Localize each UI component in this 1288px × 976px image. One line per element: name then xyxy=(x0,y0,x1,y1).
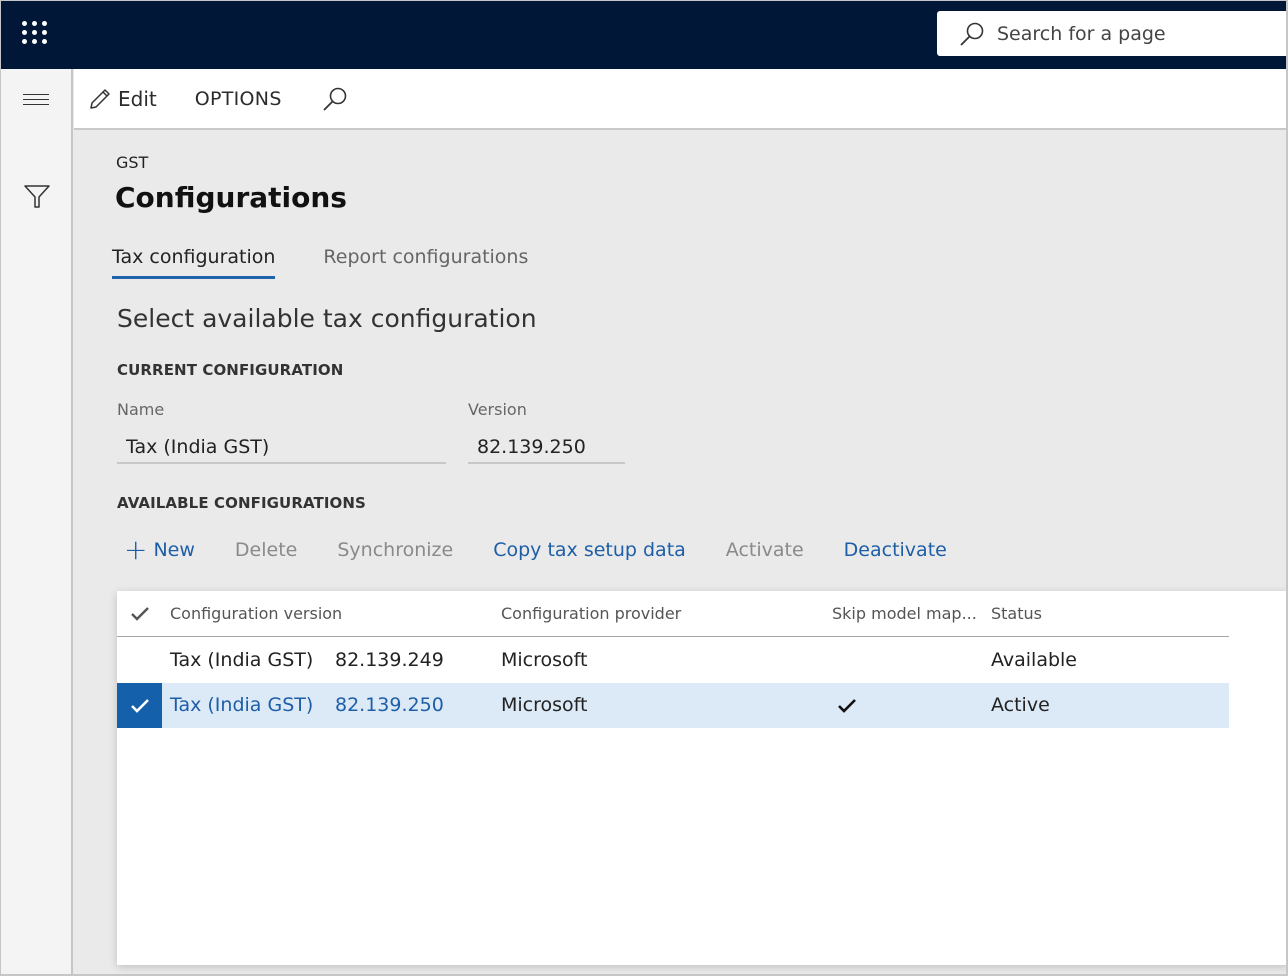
cell-version: 82.139.250 xyxy=(335,694,444,716)
search-icon xyxy=(960,22,984,46)
column-header-skip-model-mapping[interactable]: Skip model map... xyxy=(832,604,977,623)
section-title: Select available tax configuration xyxy=(117,304,537,333)
edit-label: Edit xyxy=(118,86,157,111)
filter-icon[interactable] xyxy=(24,185,50,213)
content-area: GST Configurations Tax configuration Rep… xyxy=(74,131,1288,976)
cell-status: Active xyxy=(991,694,1050,716)
skip-model-mapping-checkmark-icon xyxy=(837,697,857,719)
page-search-box[interactable] xyxy=(937,11,1288,56)
tab-report-configurations[interactable]: Report configurations xyxy=(323,246,528,279)
pencil-icon xyxy=(90,88,110,109)
column-header-configuration-provider[interactable]: Configuration provider xyxy=(501,604,681,623)
cell-version: 82.139.249 xyxy=(335,649,444,671)
select-all-checkbox[interactable] xyxy=(130,605,150,627)
deactivate-button[interactable]: Deactivate xyxy=(844,539,947,561)
new-button[interactable]: + New xyxy=(124,536,195,564)
name-field-label: Name xyxy=(117,400,165,419)
row-selector[interactable] xyxy=(117,638,162,683)
activate-button[interactable]: Activate xyxy=(726,539,804,561)
configurations-grid: Configuration version Configuration prov… xyxy=(117,591,1288,965)
navigation-rail xyxy=(0,69,73,976)
version-field[interactable] xyxy=(468,432,625,464)
edit-button[interactable]: Edit xyxy=(88,87,157,111)
grid-toolbar: + New Delete Synchronize Copy tax setup … xyxy=(124,536,987,564)
table-row-selected[interactable]: Tax (India GST) 82.139.250 Microsoft Act… xyxy=(117,683,1229,728)
app-launcher-icon[interactable] xyxy=(22,21,50,47)
tab-strip: Tax configuration Report configurations xyxy=(112,246,576,279)
grid-header: Configuration version Configuration prov… xyxy=(117,591,1229,637)
breadcrumb[interactable]: GST xyxy=(116,153,148,172)
tab-tax-configuration[interactable]: Tax configuration xyxy=(112,246,276,279)
new-label: New xyxy=(153,539,195,561)
copy-tax-setup-data-button[interactable]: Copy tax setup data xyxy=(493,539,686,561)
available-configurations-heading: AVAILABLE CONFIGURATIONS xyxy=(117,494,366,512)
table-row[interactable]: Tax (India GST) 82.139.249 Microsoft Ava… xyxy=(117,638,1229,683)
cell-provider: Microsoft xyxy=(501,649,588,671)
options-button[interactable]: OPTIONS xyxy=(195,88,282,110)
column-header-configuration-version[interactable]: Configuration version xyxy=(170,604,342,623)
page-title: Configurations xyxy=(115,181,347,214)
column-header-status[interactable]: Status xyxy=(991,604,1042,623)
action-search-icon[interactable] xyxy=(322,86,348,112)
plus-icon: + xyxy=(124,533,148,566)
action-pane: Edit OPTIONS xyxy=(74,69,1288,130)
cell-name: Tax (India GST) xyxy=(170,694,314,716)
top-nav-bar xyxy=(0,0,1288,69)
synchronize-button[interactable]: Synchronize xyxy=(337,539,453,561)
checkmark-icon xyxy=(130,698,149,713)
version-field-label: Version xyxy=(468,400,527,419)
hamburger-menu-icon[interactable] xyxy=(23,94,49,108)
current-configuration-heading: CURRENT CONFIGURATION xyxy=(117,361,344,379)
cell-status: Available xyxy=(991,649,1078,671)
cell-name: Tax (India GST) xyxy=(170,649,314,671)
cell-provider: Microsoft xyxy=(501,694,588,716)
delete-button[interactable]: Delete xyxy=(235,539,297,561)
page-search-input[interactable] xyxy=(997,22,1257,45)
row-selector[interactable] xyxy=(117,683,162,728)
name-field[interactable] xyxy=(117,432,446,464)
